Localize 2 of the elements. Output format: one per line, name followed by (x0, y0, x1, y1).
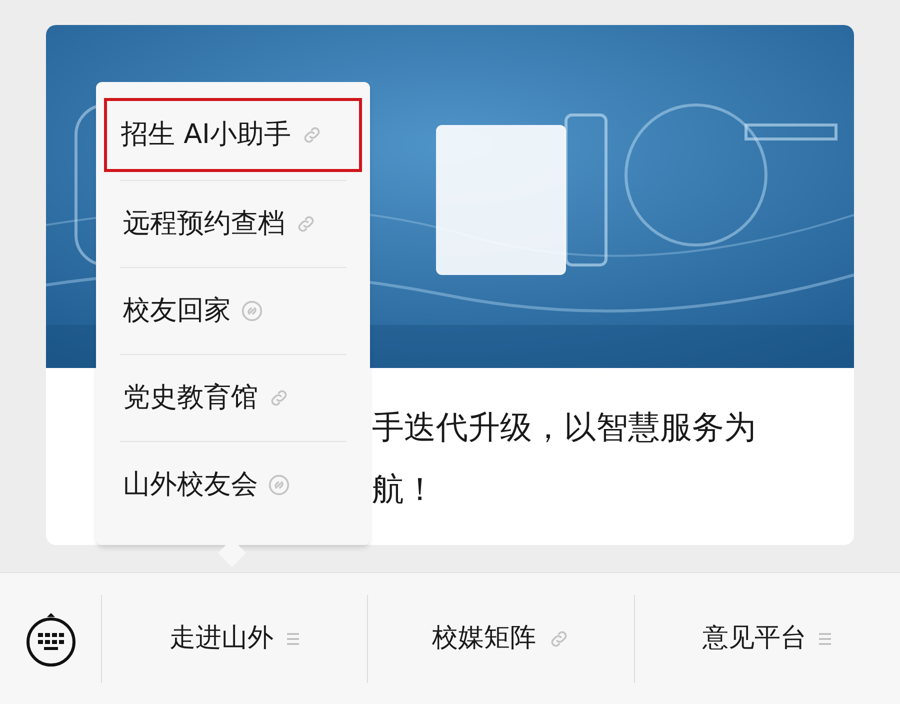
article-text: 航！ (372, 469, 437, 510)
article-text: 手迭代升级，以智慧服务为 (372, 407, 757, 448)
